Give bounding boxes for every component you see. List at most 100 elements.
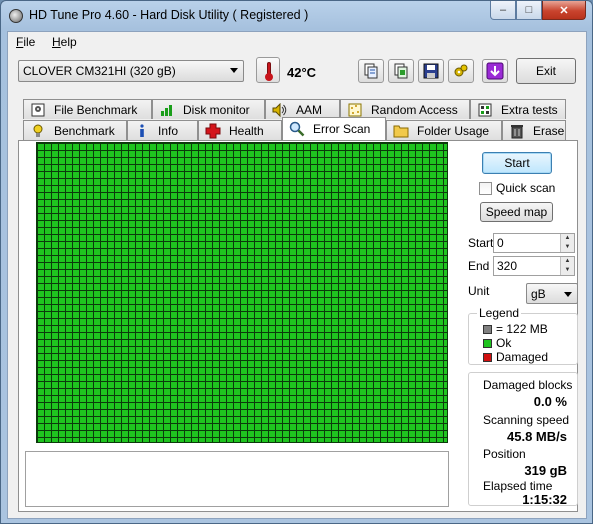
legend-block-label: = 122 MB bbox=[496, 322, 548, 336]
close-button[interactable]: ✕ bbox=[542, 1, 586, 20]
legend-block-swatch bbox=[483, 324, 492, 334]
elapsed-time-label: Elapsed time bbox=[483, 479, 553, 493]
temperature-value: 42°C bbox=[287, 65, 317, 80]
copy-screenshot-icon[interactable] bbox=[388, 59, 414, 83]
spin-up-icon[interactable]: ▲ bbox=[561, 257, 574, 266]
tab-random-access[interactable]: Random Access bbox=[340, 99, 470, 119]
start-button[interactable]: Start bbox=[482, 152, 552, 174]
tab-benchmark-label: Benchmark bbox=[54, 123, 115, 138]
damaged-blocks-value: 0.0 % bbox=[533, 394, 567, 409]
tab-folder-usage-label: Folder Usage bbox=[417, 123, 490, 138]
menu-help-label: Help bbox=[52, 35, 77, 49]
tab-disk-monitor-label: Disk monitor bbox=[183, 102, 250, 117]
elapsed-time-value: 1:15:32 bbox=[522, 492, 567, 507]
position-value: 319 gB bbox=[524, 463, 567, 478]
legend-block-row: = 122 MB bbox=[483, 322, 548, 336]
scan-block-grid bbox=[36, 142, 448, 443]
thermometer-icon bbox=[256, 57, 280, 83]
trash-icon bbox=[509, 123, 525, 139]
menu-file[interactable]: File bbox=[16, 35, 35, 49]
client-area: File Help CLOVER CM321HI (320 gB) 42°C E… bbox=[7, 31, 587, 519]
tab-info[interactable]: Info bbox=[127, 120, 198, 140]
chevron-down-icon bbox=[564, 292, 572, 297]
tab-health[interactable]: Health bbox=[198, 120, 282, 140]
tab-row-bottom: Benchmark Info Health Error Scan Folder … bbox=[8, 117, 586, 140]
unit-select[interactable]: gB bbox=[526, 283, 578, 304]
tab-folder-usage[interactable]: Folder Usage bbox=[386, 120, 502, 140]
unit-select-value: gB bbox=[531, 287, 546, 301]
speaker-icon bbox=[272, 102, 288, 118]
scan-stats-box: Damaged blocks 0.0 % Scanning speed 45.8… bbox=[468, 372, 578, 507]
tab-aam[interactable]: AAM bbox=[265, 99, 340, 119]
start-spinner[interactable]: ▲ ▼ bbox=[560, 234, 574, 252]
scan-log-box[interactable] bbox=[25, 451, 449, 507]
tab-file-benchmark-label: File Benchmark bbox=[54, 102, 138, 117]
end-field-label: End bbox=[468, 259, 490, 273]
spin-down-icon[interactable]: ▼ bbox=[561, 266, 574, 275]
start-field-label: Start bbox=[468, 236, 494, 250]
tab-error-scan[interactable]: Error Scan bbox=[282, 117, 386, 140]
quick-scan-label: Quick scan bbox=[496, 181, 556, 195]
copy-info-icon[interactable] bbox=[358, 59, 384, 83]
end-spinner[interactable]: ▲ ▼ bbox=[560, 257, 574, 275]
tab-error-scan-label: Error Scan bbox=[313, 122, 371, 136]
tab-row-top: File Benchmark Disk monitor AAM Random A… bbox=[8, 99, 586, 119]
legend-box: Legend = 122 MB Ok Damaged bbox=[468, 306, 578, 365]
menu-bar: File Help bbox=[8, 32, 586, 52]
legend-ok-row: Ok bbox=[483, 336, 511, 350]
unit-label: Unit bbox=[468, 284, 490, 298]
app-window: HD Tune Pro 4.60 - Hard Disk Utility ( R… bbox=[0, 0, 593, 524]
menu-file-label: File bbox=[16, 35, 36, 49]
info-icon bbox=[134, 123, 150, 139]
exit-button[interactable]: Exit bbox=[516, 58, 576, 84]
extra-tests-icon bbox=[477, 102, 493, 118]
tab-extra-tests[interactable]: Extra tests bbox=[470, 99, 566, 119]
tab-aam-label: AAM bbox=[296, 102, 323, 117]
download-icon[interactable] bbox=[482, 59, 508, 83]
quick-scan-box[interactable] bbox=[479, 181, 492, 195]
minimize-button[interactable]: – bbox=[490, 1, 516, 20]
end-field[interactable]: 320 ▲ ▼ bbox=[493, 256, 575, 276]
tab-health-label: Health bbox=[229, 123, 264, 138]
menu-help[interactable]: Help bbox=[52, 35, 77, 49]
save-icon[interactable] bbox=[418, 59, 444, 83]
scanning-speed-label: Scanning speed bbox=[483, 413, 570, 427]
benchmark-icon bbox=[30, 123, 46, 139]
maximize-button[interactable]: □ bbox=[516, 1, 542, 20]
legend-ok-label: Ok bbox=[496, 336, 512, 350]
tab-random-access-label: Random Access bbox=[371, 102, 458, 117]
title-bar[interactable]: HD Tune Pro 4.60 - Hard Disk Utility ( R… bbox=[1, 1, 592, 31]
tab-disk-monitor[interactable]: Disk monitor bbox=[152, 99, 265, 119]
error-scan-panel: Start Quick scan Speed map Start 0 ▲ ▼ En… bbox=[18, 140, 578, 512]
app-icon bbox=[9, 9, 23, 23]
toolbar: CLOVER CM321HI (320 gB) 42°C Exit bbox=[8, 53, 586, 93]
chevron-down-icon bbox=[230, 68, 238, 73]
magnifier-icon bbox=[289, 121, 305, 137]
legend-damaged-row: Damaged bbox=[483, 350, 548, 364]
disk-monitor-icon bbox=[159, 102, 175, 118]
legend-title: Legend bbox=[477, 306, 522, 320]
quick-scan-checkbox[interactable]: Quick scan bbox=[479, 181, 555, 195]
folder-icon bbox=[393, 123, 409, 139]
start-field[interactable]: 0 ▲ ▼ bbox=[493, 233, 575, 253]
scanning-speed-value: 45.8 MB/s bbox=[507, 429, 567, 444]
legend-ok-swatch bbox=[483, 338, 492, 348]
damaged-blocks-label: Damaged blocks bbox=[483, 378, 573, 392]
tab-info-label: Info bbox=[158, 123, 179, 138]
tab-erase-label: Erase bbox=[533, 123, 565, 138]
tab-file-benchmark[interactable]: File Benchmark bbox=[23, 99, 152, 119]
tab-benchmark[interactable]: Benchmark bbox=[23, 120, 127, 140]
tab-erase[interactable]: Erase bbox=[502, 120, 566, 140]
health-cross-icon bbox=[205, 123, 221, 139]
options-icon[interactable] bbox=[448, 59, 474, 83]
tab-extra-tests-label: Extra tests bbox=[501, 102, 558, 117]
drive-select[interactable]: CLOVER CM321HI (320 gB) bbox=[18, 60, 244, 82]
drive-select-value: CLOVER CM321HI (320 gB) bbox=[23, 64, 176, 78]
spin-down-icon[interactable]: ▼ bbox=[561, 243, 574, 252]
speed-map-button[interactable]: Speed map bbox=[480, 202, 553, 222]
start-field-value: 0 bbox=[497, 236, 504, 250]
legend-damaged-label: Damaged bbox=[496, 350, 549, 364]
window-title: HD Tune Pro 4.60 - Hard Disk Utility ( R… bbox=[29, 8, 309, 22]
spin-up-icon[interactable]: ▲ bbox=[561, 234, 574, 243]
end-field-value: 320 bbox=[497, 259, 518, 273]
